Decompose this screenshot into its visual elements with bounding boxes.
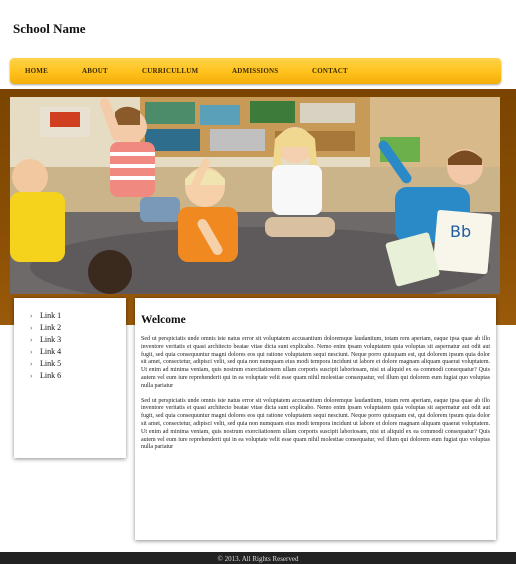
- chevron-right-icon: ›: [30, 324, 33, 332]
- nav-admissions[interactable]: ADMISSIONS: [232, 67, 278, 75]
- nav-curriculum[interactable]: CURRICULLUM: [142, 67, 198, 75]
- hero-image: Bb: [10, 97, 500, 294]
- sidebar-link-label[interactable]: Link 5: [40, 359, 61, 368]
- sidebar-link-label[interactable]: Link 2: [40, 323, 61, 332]
- sidebar-link-label[interactable]: Link 1: [40, 311, 61, 320]
- sidebar-link-label[interactable]: Link 4: [40, 347, 61, 356]
- chevron-right-icon: ›: [30, 348, 33, 356]
- chevron-right-icon: ›: [30, 312, 33, 320]
- footer: © 2013. All Rights Reserved: [0, 552, 516, 564]
- chevron-right-icon: ›: [30, 372, 33, 380]
- content-paragraph: Sed ut perspiciatis unde omnis iste natu…: [141, 397, 490, 451]
- svg-text:Bb: Bb: [450, 222, 471, 241]
- sidebar-link-label[interactable]: Link 3: [40, 335, 61, 344]
- page-title: Welcome: [141, 314, 186, 326]
- sidebar-item-link-1[interactable]: › Link 1: [30, 310, 126, 322]
- content-paragraph: Sed ut perspiciatis unde omnis iste natu…: [141, 336, 490, 389]
- main-nav: HOME ABOUT CURRICULLUM ADMISSIONS CONTAC…: [10, 58, 501, 84]
- main-content: Welcome Sed ut perspiciatis unde omnis i…: [135, 298, 496, 540]
- nav-home[interactable]: HOME: [25, 67, 48, 75]
- sidebar-item-link-4[interactable]: › Link 4: [30, 346, 126, 358]
- sidebar-item-link-2[interactable]: › Link 2: [30, 322, 126, 334]
- site-title: School Name: [13, 21, 86, 36]
- nav-about[interactable]: ABOUT: [82, 67, 108, 75]
- sidebar-item-link-6[interactable]: › Link 6: [30, 370, 126, 382]
- nav-contact[interactable]: CONTACT: [312, 67, 348, 75]
- chevron-right-icon: ›: [30, 336, 33, 344]
- sidebar: › Link 1 › Link 2 › Link 3 › Link 4 › Link 5 …: [14, 298, 126, 458]
- sidebar-links: › Link 1 › Link 2 › Link 3 › Link 4 › Link 5 …: [14, 298, 126, 382]
- sidebar-item-link-3[interactable]: › Link 3: [30, 334, 126, 346]
- sidebar-item-link-5[interactable]: › Link 5: [30, 358, 126, 370]
- chevron-right-icon: ›: [30, 360, 33, 368]
- sidebar-link-label[interactable]: Link 6: [40, 371, 61, 380]
